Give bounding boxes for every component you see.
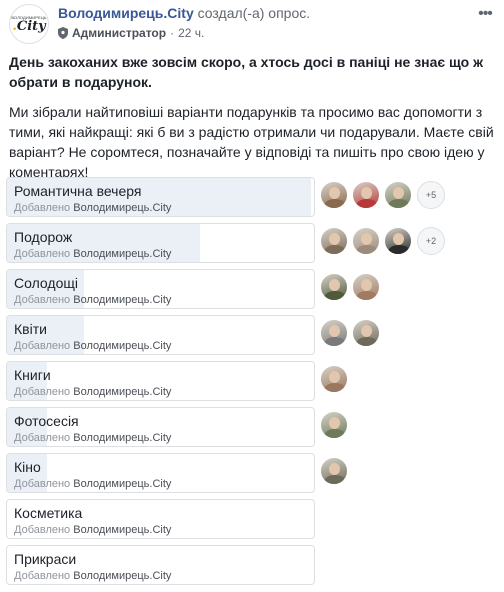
added-by-label: Добавлено xyxy=(14,294,74,306)
page-name-link[interactable]: Володимирець.City xyxy=(58,5,194,21)
poll-voters: +5 xyxy=(320,181,445,209)
voter-avatar[interactable] xyxy=(320,411,348,439)
poll-option: Фотосесія Добавлено Володимирець.City xyxy=(6,407,496,447)
voter-avatar[interactable] xyxy=(320,227,348,255)
poll-option-label: Солодощі xyxy=(14,275,78,291)
post-body: Ми зібрали найтиповіші варіанти подарунк… xyxy=(9,104,494,180)
voter-avatar[interactable] xyxy=(320,365,348,393)
added-by-label: Добавлено xyxy=(14,478,74,490)
poll-option: Романтична вечеря Добавлено Володимирець.… xyxy=(6,177,496,217)
poll-option-added-by: Добавлено Володимирець.City xyxy=(14,340,171,352)
post-header: ВОЛОДИМИРЕЦЬ .City Володимирець.City соз… xyxy=(9,4,499,48)
poll-option-added-by: Добавлено Володимирець.City xyxy=(14,524,171,536)
poll-option-box[interactable]: Подорож Добавлено Володимирець.City xyxy=(6,223,315,263)
added-by-page-link[interactable]: Володимирець.City xyxy=(73,202,171,214)
poll-option-added-by: Добавлено Володимирець.City xyxy=(14,386,171,398)
meta-separator: · xyxy=(170,26,175,40)
poll-option: Квіти Добавлено Володимирець.City xyxy=(6,315,496,355)
added-by-page-link[interactable]: Володимирець.City xyxy=(73,340,171,352)
added-by-label: Добавлено xyxy=(14,248,74,260)
voter-avatar[interactable] xyxy=(320,457,348,485)
post-time[interactable]: 22 ч. xyxy=(178,26,204,40)
poll-voters xyxy=(320,457,352,485)
poll-option-label: Фотосесія xyxy=(14,413,79,429)
poll-option-added-by: Добавлено Володимирець.City xyxy=(14,202,171,214)
poll-option-box[interactable]: Косметика Добавлено Володимирець.City xyxy=(6,499,315,539)
admin-role: Администратор xyxy=(72,26,167,40)
poll-option: Книги Добавлено Володимирець.City xyxy=(6,361,496,401)
added-by-page-link[interactable]: Володимирець.City xyxy=(73,294,171,306)
poll-option-box[interactable]: Квіти Добавлено Володимирець.City xyxy=(6,315,315,355)
more-options-icon[interactable]: ••• xyxy=(473,4,497,24)
poll-option-label: Прикраси xyxy=(14,551,77,567)
voter-avatar[interactable] xyxy=(352,273,380,301)
voter-avatar[interactable] xyxy=(352,227,380,255)
logo-text: .City xyxy=(12,18,46,34)
poll-voters xyxy=(320,411,352,439)
poll-option-label: Кіно xyxy=(14,459,41,475)
shield-icon xyxy=(58,27,68,39)
poll-option-added-by: Добавлено Володимирець.City xyxy=(14,294,171,306)
voter-avatar[interactable] xyxy=(384,227,412,255)
post-meta: Администратор · 22 ч. xyxy=(58,26,204,40)
poll-option-box[interactable]: Романтична вечеря Добавлено Володимирець.… xyxy=(6,177,315,217)
added-by-page-link[interactable]: Володимирець.City xyxy=(73,570,171,582)
poll-option: Кіно Добавлено Володимирець.City xyxy=(6,453,496,493)
poll-voters: +2 xyxy=(320,227,445,255)
poll-option-label: Романтична вечеря xyxy=(14,183,142,199)
poll-option-added-by: Добавлено Володимирець.City xyxy=(14,478,171,490)
added-by-label: Добавлено xyxy=(14,524,74,536)
voter-avatar[interactable] xyxy=(320,319,348,347)
poll-option: Прикраси Добавлено Володимирець.City xyxy=(6,545,496,585)
added-by-page-link[interactable]: Володимирець.City xyxy=(73,432,171,444)
poll-option: Косметика Добавлено Володимирець.City xyxy=(6,499,496,539)
poll-voters xyxy=(320,365,352,393)
poll-option-box[interactable]: Солодощі Добавлено Володимирець.City xyxy=(6,269,315,309)
poll-option-box[interactable]: Кіно Добавлено Володимирець.City xyxy=(6,453,315,493)
poll: Романтична вечеря Добавлено Володимирець.… xyxy=(6,177,496,591)
more-voters-badge[interactable]: +5 xyxy=(417,181,445,209)
post-title-line: Володимирець.City создал(-а) опрос. xyxy=(58,5,310,21)
poll-option-label: Косметика xyxy=(14,505,83,521)
poll-option-box[interactable]: Фотосесія Добавлено Володимирець.City xyxy=(6,407,315,447)
added-by-page-link[interactable]: Володимирець.City xyxy=(73,386,171,398)
voter-avatar[interactable] xyxy=(384,181,412,209)
added-by-page-link[interactable]: Володимирець.City xyxy=(73,524,171,536)
voter-avatar[interactable] xyxy=(320,181,348,209)
post-text: День закоханих вже зовсім скоро, а хтось… xyxy=(9,52,495,182)
poll-option-label: Книги xyxy=(14,367,51,383)
added-by-label: Добавлено xyxy=(14,386,74,398)
poll-voters xyxy=(320,319,384,347)
added-by-label: Добавлено xyxy=(14,202,74,214)
page-avatar[interactable]: ВОЛОДИМИРЕЦЬ .City xyxy=(9,4,49,44)
poll-option-label: Квіти xyxy=(14,321,47,337)
poll-option-box[interactable]: Книги Добавлено Володимирець.City xyxy=(6,361,315,401)
poll-option-box[interactable]: Прикраси Добавлено Володимирець.City xyxy=(6,545,315,585)
added-by-label: Добавлено xyxy=(14,570,74,582)
more-voters-badge[interactable]: +2 xyxy=(417,227,445,255)
poll-voters xyxy=(320,273,384,301)
poll-option: Подорож Добавлено Володимирець.City +2 xyxy=(6,223,496,263)
poll-option-added-by: Добавлено Володимирець.City xyxy=(14,432,171,444)
voter-avatar[interactable] xyxy=(352,181,380,209)
added-by-label: Добавлено xyxy=(14,340,74,352)
added-by-page-link[interactable]: Володимирець.City xyxy=(73,478,171,490)
poll-option: Солодощі Добавлено Володимирець.City xyxy=(6,269,496,309)
action-text: создал(-а) опрос. xyxy=(197,5,311,21)
added-by-page-link[interactable]: Володимирець.City xyxy=(73,248,171,260)
post-lead: День закоханих вже зовсім скоро, а хтось… xyxy=(9,54,484,90)
added-by-label: Добавлено xyxy=(14,432,74,444)
voter-avatar[interactable] xyxy=(320,273,348,301)
poll-option-label: Подорож xyxy=(14,229,73,245)
voter-avatar[interactable] xyxy=(352,319,380,347)
poll-option-added-by: Добавлено Володимирець.City xyxy=(14,248,171,260)
poll-option-added-by: Добавлено Володимирець.City xyxy=(14,570,171,582)
